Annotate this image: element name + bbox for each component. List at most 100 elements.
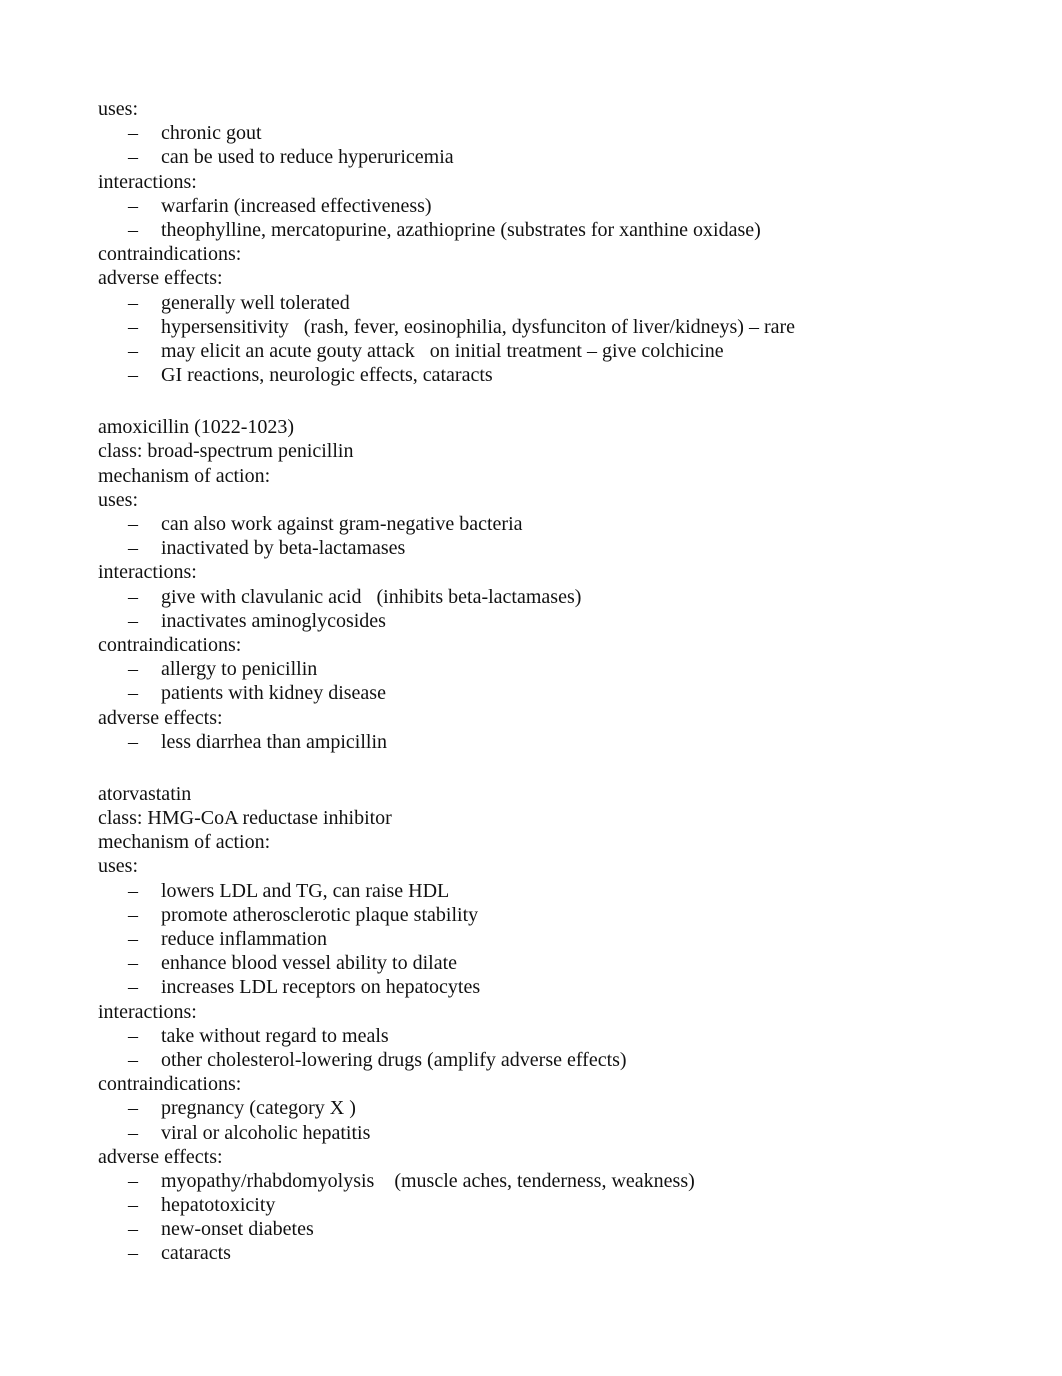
list-item-text: chronic gout — [161, 122, 262, 145]
document-page: uses: – chronic gout – can be used to reduce… — [98, 97, 998, 1266]
group-label-line: adverse effects: — [98, 1145, 998, 1169]
list-item: – can be used to reduce hyperuricemia — [98, 145, 998, 169]
dash-bullet-icon: – — [128, 1121, 138, 1144]
dash-bullet-icon: – — [128, 513, 138, 535]
list-item: – other cholesterol-lowering drugs (ampli… — [98, 1048, 998, 1072]
group-label-line: interactions: — [98, 170, 998, 194]
list-item-text: pregnancy (category X ) — [161, 1097, 356, 1120]
mechanism-label-line: mechanism of action: — [98, 464, 998, 488]
list-item-text: hypersensitivity (rash, fever, eosinophi… — [161, 315, 796, 338]
group-label: uses: — [98, 488, 138, 511]
group-label-line: interactions: — [98, 1000, 998, 1024]
dash-bullet-icon: – — [128, 291, 138, 314]
dash-bullet-icon: – — [128, 339, 138, 362]
list-item: – promote atherosclerotic plaque stabilit… — [98, 903, 998, 927]
group-label-line: uses: — [98, 97, 998, 121]
list-item: – theophylline, mercatopurine, azathiopri… — [98, 218, 998, 242]
dash-bullet-icon: – — [128, 122, 138, 145]
dash-bullet-icon: – — [128, 1242, 138, 1265]
list-item: – hypersensitivity (rash, fever, eosinoph… — [98, 315, 998, 339]
dash-bullet-icon: – — [128, 1097, 138, 1120]
list-item-text: hepatotoxicity — [161, 1194, 276, 1217]
list-item: – chronic gout — [98, 121, 998, 145]
list-item-text: give with clavulanic acid (inhibits beta… — [161, 585, 582, 608]
list-item: – increases LDL receptors on hepatocytes — [98, 975, 998, 999]
list-item-text: viral or alcoholic hepatitis — [161, 1121, 371, 1144]
group-label-line: uses: — [98, 854, 998, 878]
dash-bullet-icon: – — [128, 928, 138, 950]
list-item-text: can also work against gram-negative bact… — [161, 513, 523, 535]
list-item-text: enhance blood vessel ability to dilate — [161, 952, 458, 975]
group-label: interactions: — [98, 1000, 197, 1023]
list-item-text: allergy to penicillin — [161, 658, 318, 681]
list-item: – new-onset diabetes — [98, 1217, 998, 1241]
dash-bullet-icon: – — [128, 879, 138, 902]
dash-bullet-icon: – — [128, 1048, 138, 1071]
list-item: – pregnancy (category X ) — [98, 1096, 998, 1120]
list-item: – inactivated by beta-lactamases — [98, 536, 998, 560]
dash-bullet-icon: – — [128, 537, 138, 560]
group-label-line: contraindications: — [98, 242, 998, 266]
dash-bullet-icon: – — [128, 1024, 138, 1047]
group-label-line: uses: — [98, 488, 998, 512]
list-item-text: inactivated by beta-lactamases — [161, 537, 406, 560]
list-item: – inactivates aminoglycosides — [98, 609, 998, 633]
group-label: contraindications: — [98, 243, 242, 266]
list-item-text: myopathy/rhabdomyolysis (muscle aches, t… — [161, 1169, 695, 1192]
drug-title-line: atorvastatin — [98, 782, 998, 806]
drug-class: class: broad-spectrum penicillin — [98, 440, 354, 463]
list-item: – GI reactions, neurologic effects, catar… — [98, 363, 998, 387]
list-item: – warfarin (increased effectiveness) — [98, 194, 998, 218]
mechanism-label: mechanism of action: — [98, 464, 271, 487]
list-item-text: GI reactions, neurologic effects, catara… — [161, 364, 493, 387]
list-item-text: patients with kidney disease — [161, 682, 386, 705]
list-item-text: may elicit an acute gouty attack on init… — [161, 339, 724, 362]
list-item: – myopathy/rhabdomyolysis (muscle aches, … — [98, 1169, 998, 1193]
group-label: uses: — [98, 855, 138, 878]
list-item-text: less diarrhea than ampicillin — [161, 730, 388, 753]
list-item: – generally well tolerated — [98, 291, 998, 315]
group-label: contraindications: — [98, 633, 242, 656]
dash-bullet-icon: – — [128, 658, 138, 681]
dash-bullet-icon: – — [128, 609, 138, 632]
group-label: interactions: — [98, 170, 197, 193]
list-item: – reduce inflammation — [98, 927, 998, 951]
mechanism-label: mechanism of action: — [98, 831, 271, 854]
dash-bullet-icon: – — [128, 976, 138, 999]
list-item-text: increases LDL receptors on hepatocytes — [161, 976, 481, 999]
drug-section: amoxicillin (1022-1023) class: broad-spec… — [98, 415, 998, 754]
list-item: – hepatotoxicity — [98, 1193, 998, 1217]
list-item-text: take without regard to meals — [161, 1024, 389, 1047]
dash-bullet-icon: – — [128, 194, 138, 217]
dash-bullet-icon: – — [128, 952, 138, 975]
list-item-text: other cholesterol-lowering drugs (amplif… — [161, 1048, 627, 1071]
list-item: – take without regard to meals — [98, 1024, 998, 1048]
drug-title: atorvastatin — [98, 782, 192, 805]
mechanism-label-line: mechanism of action: — [98, 830, 998, 854]
group-label: interactions: — [98, 561, 197, 584]
drug-title-line: amoxicillin (1022-1023) — [98, 415, 998, 439]
list-item-text: warfarin (increased effectiveness) — [161, 194, 432, 217]
list-item-text: new-onset diabetes — [161, 1218, 314, 1241]
list-item: – cataracts — [98, 1241, 998, 1265]
dash-bullet-icon: – — [128, 364, 138, 387]
list-item-text: cataracts — [161, 1242, 231, 1265]
drug-class-line: class: HMG-CoA reductase inhibitor — [98, 806, 998, 830]
list-item: – give with clavulanic acid (inhibits bet… — [98, 585, 998, 609]
list-item-text: generally well tolerated — [161, 291, 350, 314]
drug-class: class: HMG-CoA reductase inhibitor — [98, 807, 392, 830]
group-label: adverse effects: — [98, 267, 223, 290]
list-item: – patients with kidney disease — [98, 681, 998, 705]
dash-bullet-icon: – — [128, 146, 138, 169]
dash-bullet-icon: – — [128, 1194, 138, 1217]
list-item: – viral or alcoholic hepatitis — [98, 1121, 998, 1145]
group-label-line: contraindications: — [98, 633, 998, 657]
group-label-line: adverse effects: — [98, 266, 998, 290]
dash-bullet-icon: – — [128, 903, 138, 926]
list-item: – may elicit an acute gouty attack on ini… — [98, 339, 998, 363]
drug-title: amoxicillin (1022-1023) — [98, 416, 295, 439]
dash-bullet-icon: – — [128, 315, 138, 338]
group-label: uses: — [98, 98, 138, 120]
